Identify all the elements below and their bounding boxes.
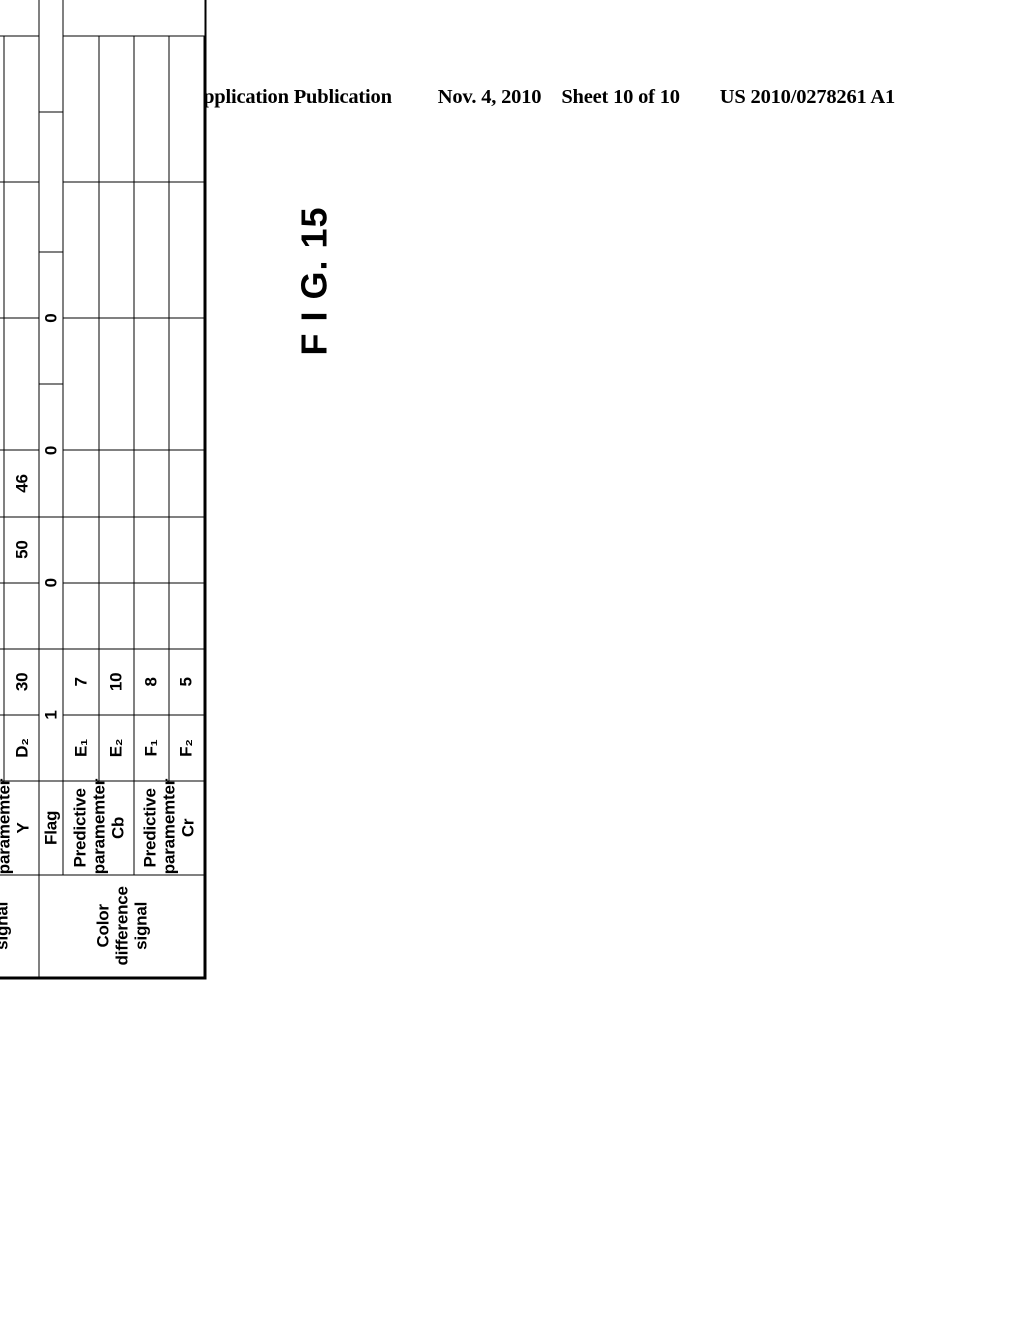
document-number: US 2010/0278261 A1 [719,86,896,108]
code-e2: E₂ [98,714,134,782]
cell-cr-f2-1 [168,582,204,649]
cell-color-flag-blank-a [39,112,64,253]
cell-y-d2-blank-b [4,182,40,319]
cell-cb-e1-3 [63,450,99,517]
cell-cr-f2-blank-c [168,36,204,183]
cell-cr-f2-2 [168,516,204,583]
subheader-predictive-parameter-y: Predictive paramemter Y [0,779,40,875]
cell-cr-f2-blank-b [168,182,204,319]
cell-cr-f1-blank-a [133,318,169,451]
cell-cb-e2-blank-a [98,318,134,451]
publication-date: Nov. 4, 2010 [437,86,542,108]
figure-label: F I G. 15 [293,206,335,356]
table-row-cb-e1: Predictive paramemter Cb E₁ 7 [63,0,134,977]
cell-cb-e2-blank-b [98,182,134,319]
cell-color-flag-3: 0 [39,252,64,385]
cell-y-d2-0: 30 [4,648,40,715]
cell-y-d2-3: 46 [4,450,40,517]
cell-color-flag-2: 0 [39,384,64,517]
code-d2: D₂ [4,714,40,782]
figure-15: Frame index 0 1 2 3 Field index 1 0 3 2 … [0,0,335,983]
group-header-color-difference-signal: Color difference signal [39,874,204,977]
cell-cr-f1-1 [133,582,169,649]
cell-cr-f1-2 [133,516,169,583]
cell-cr-f1-3 [133,450,169,517]
table-row-color-flag: Color difference signal Flag 1 0 0 0 [39,0,204,977]
cell-cb-e2-1 [98,582,134,649]
cell-color-flag-1: 0 [39,516,64,649]
cell-cr-f1-0: 8 [133,648,169,715]
cell-cb-e2-0: 10 [98,648,134,715]
subheader-predictive-parameter-cb: Predictive paramemter Cb [63,779,134,875]
cell-y-d2-2: 50 [4,516,40,583]
cell-cr-f2-0: 5 [168,648,204,715]
subheader-flag-color: Flag [39,781,64,875]
cell-cr-f2-blank-a [168,318,204,451]
cell-y-d2-blank-c [4,36,40,183]
cell-cb-e2-3 [98,450,134,517]
cell-y-d2-1 [4,582,40,649]
cell-cr-f1-blank-b [133,182,169,319]
cell-cr-f2-3 [168,450,204,517]
cell-cb-e2-2 [98,516,134,583]
cell-cb-e2-blank-c [98,36,134,183]
prediction-parameter-table: Frame index 0 1 2 3 Field index 1 0 3 2 … [0,0,206,983]
cell-cb-e1-blank-b [63,182,99,319]
cell-cb-e1-0: 7 [63,648,99,715]
cell-color-flag-0: 1 [39,648,64,782]
cell-cb-e1-1 [63,582,99,649]
group-header-luminance-signal: Luminance signal [0,874,40,977]
cell-cb-e1-blank-a [63,318,99,451]
subheader-predictive-parameter-cr: Predictive paramemter Cr [133,779,204,875]
cell-cr-f1-blank-c [133,36,169,183]
sheet-number: Sheet 10 of 10 [561,86,680,108]
code-f2: F₂ [168,714,204,782]
cell-y-d2-blank-a [4,318,40,451]
code-e1: E₁ [63,714,99,782]
cell-color-flag-blank-b [39,0,64,113]
code-f1: F₁ [133,714,169,782]
cell-cb-e1-2 [63,516,99,583]
table-row-cr-f1: Predictive paramemter Cr F₁ 8 [133,0,204,977]
cell-cb-e1-blank-c [63,36,99,183]
